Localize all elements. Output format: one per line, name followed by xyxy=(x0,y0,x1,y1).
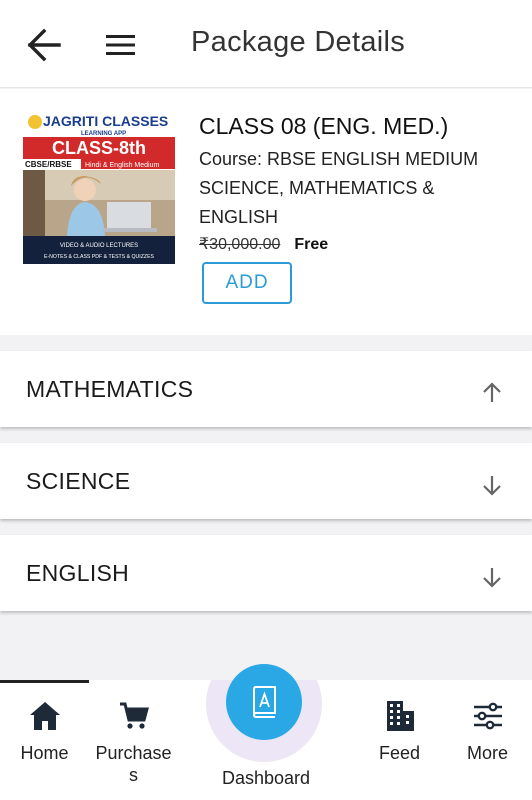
nav-feed-label: Feed xyxy=(378,743,421,763)
subject-label: MATHEMATICS xyxy=(26,376,194,402)
nav-home-label: Home xyxy=(20,743,69,763)
back-arrow-icon[interactable] xyxy=(26,28,62,62)
subject-label: SCIENCE xyxy=(26,468,131,494)
nav-purchases-label: Purchase s xyxy=(95,743,172,785)
shopping-cart-icon xyxy=(116,698,152,734)
page-title: Package Details xyxy=(191,26,406,58)
nav-dashboard-label: Dashboard xyxy=(221,768,311,788)
arrow-down-icon[interactable] xyxy=(480,473,504,497)
thumb-brand: JAGRITI CLASSES xyxy=(43,113,168,129)
thumb-line1: VIDEO & AUDIO LECTURES xyxy=(60,243,138,249)
subject-label: ENGLISH xyxy=(26,560,130,586)
app-bar: Package Details xyxy=(0,0,532,88)
price-row: ₹30,000.00 Free xyxy=(199,234,328,254)
arrow-down-icon[interactable] xyxy=(480,565,504,589)
arrow-up-icon[interactable] xyxy=(480,381,504,405)
hamburger-menu-icon[interactable] xyxy=(104,30,138,60)
nav-more-label: More xyxy=(466,743,508,763)
current-price: Free xyxy=(294,236,329,253)
nav-feed[interactable]: Feed xyxy=(355,680,444,800)
nav-home[interactable]: Home xyxy=(0,680,89,800)
package-thumbnail: JAGRITI CLASSES LEARNING APP CLASS-8th C… xyxy=(23,112,175,353)
subject-english[interactable]: ENGLISH xyxy=(0,535,532,611)
home-icon xyxy=(27,698,63,734)
building-icon xyxy=(382,698,418,734)
nav-more[interactable]: More xyxy=(443,680,532,800)
package-course: Course: RBSE ENGLISH MEDIUM SCIENCE, MAT… xyxy=(199,149,479,227)
nav-purchases[interactable]: Purchase s xyxy=(89,680,178,800)
original-price: ₹30,000.00 xyxy=(199,236,281,253)
sliders-icon xyxy=(470,698,506,734)
subject-mathematics[interactable]: MATHEMATICS xyxy=(0,351,532,427)
subject-science[interactable]: SCIENCE xyxy=(0,443,532,519)
dashboard-button[interactable] xyxy=(226,664,302,740)
package-card: JAGRITI CLASSES LEARNING APP CLASS-8th C… xyxy=(0,89,532,335)
thumb-board: CBSE/RBSE xyxy=(25,160,72,169)
thumb-class: CLASS-8th xyxy=(52,138,146,158)
add-button[interactable]: ADD xyxy=(202,262,292,304)
package-name: CLASS 08 (ENG. MED.) xyxy=(199,113,449,139)
book-icon xyxy=(253,686,276,718)
thumb-brand-sub: LEARNING APP xyxy=(81,131,126,137)
thumb-medium: Hindi & English Medium xyxy=(85,162,159,169)
thumb-line2: E-NOTES & CLASS PDF & TESTS & QUIZZES xyxy=(44,254,155,260)
